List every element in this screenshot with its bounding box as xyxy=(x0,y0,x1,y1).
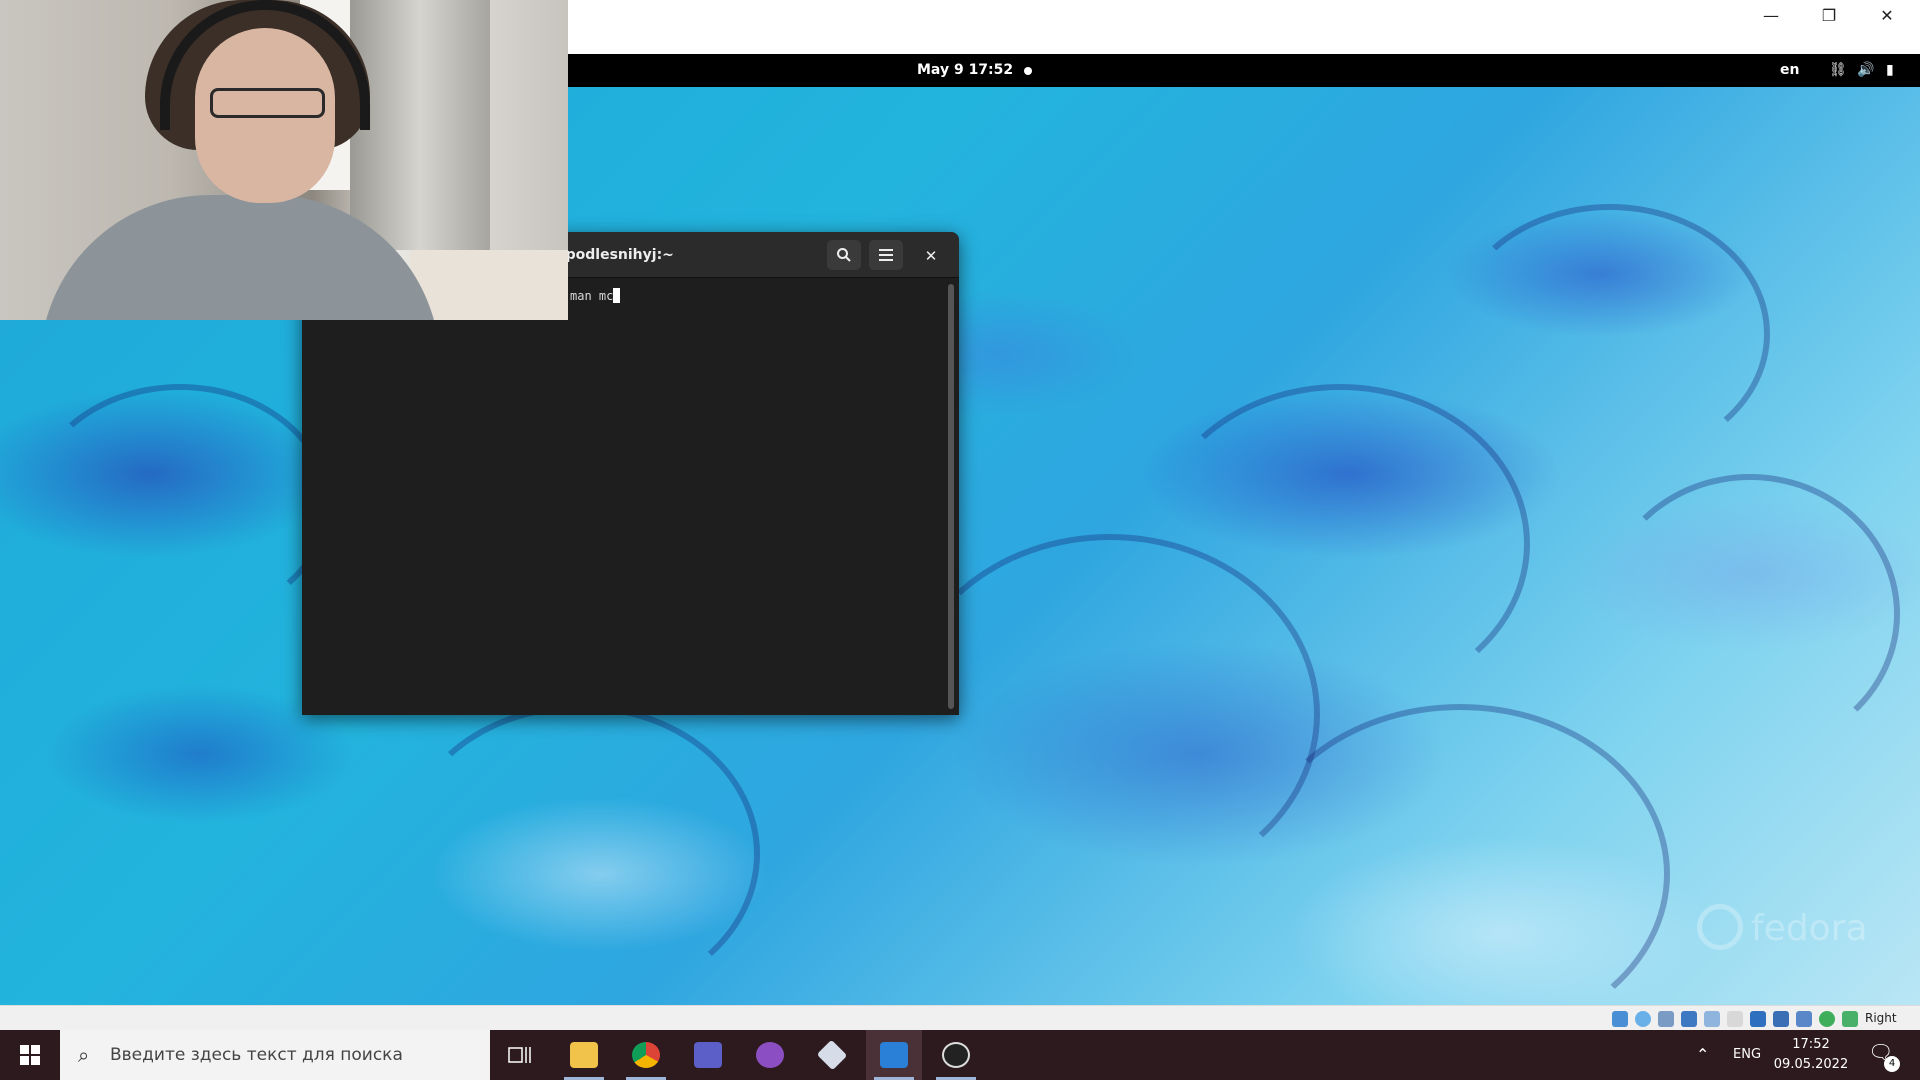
taskbar-obs-studio[interactable] xyxy=(928,1030,984,1080)
shared-folders-icon[interactable] xyxy=(1727,1011,1743,1027)
virtualization-icon[interactable] xyxy=(1796,1011,1812,1027)
terminal-command-line: man mc xyxy=(570,288,621,303)
notification-dot-icon xyxy=(1024,67,1032,75)
input-language-indicator[interactable]: ENG xyxy=(1733,1030,1761,1080)
obs-icon xyxy=(942,1042,970,1068)
host-key-indicator: Right Ctrl xyxy=(1865,1011,1897,1050)
webcam-overlay xyxy=(0,0,568,320)
folder-icon xyxy=(570,1042,598,1068)
minimize-button[interactable]: — xyxy=(1742,0,1800,30)
text-cursor xyxy=(613,288,621,303)
terminal-content[interactable]: man mc xyxy=(302,278,959,715)
optical-drive-icon[interactable] xyxy=(1635,1011,1651,1027)
keyboard-layout-indicator[interactable]: en xyxy=(1780,54,1799,87)
usb-icon[interactable] xyxy=(1704,1011,1720,1027)
display-icon[interactable] xyxy=(1750,1011,1766,1027)
gnome-clock[interactable]: May 9 17:52 xyxy=(917,54,1013,87)
fedora-watermark-text: fedora xyxy=(1751,908,1868,949)
hamburger-menu-icon xyxy=(879,249,893,261)
close-window-button[interactable]: ✕ xyxy=(1858,0,1916,30)
glasses-icon xyxy=(210,88,325,118)
fedora-vm-icon xyxy=(880,1042,908,1068)
windows-logo-icon xyxy=(20,1045,40,1065)
wallpaper-swirl xyxy=(400,704,760,1004)
recording-icon[interactable] xyxy=(1773,1011,1789,1027)
webcam-background-bed xyxy=(410,250,568,320)
search-icon: ⌕ xyxy=(78,1043,90,1067)
taskbar-clock-date[interactable]: 09.05.2022 xyxy=(1770,1057,1852,1072)
virtualbox-icon xyxy=(816,1039,848,1071)
search-placeholder: Введите здесь текст для поиска xyxy=(110,1045,403,1065)
taskbar-clock-time[interactable]: 17:52 xyxy=(1776,1037,1846,1052)
network-adapter-icon[interactable] xyxy=(1681,1011,1697,1027)
search-icon xyxy=(837,248,851,262)
teams-icon xyxy=(694,1042,722,1068)
fedora-watermark: fedora xyxy=(1697,904,1868,950)
audio-icon[interactable] xyxy=(1658,1011,1674,1027)
taskbar-chrome[interactable] xyxy=(618,1030,674,1080)
terminal-search-button[interactable] xyxy=(827,240,861,270)
start-button[interactable] xyxy=(0,1030,60,1080)
terminal-menu-button[interactable] xyxy=(869,240,903,270)
virtualbox-status-bar: Right Ctrl xyxy=(0,1005,1920,1050)
notification-count-badge: 4 xyxy=(1884,1056,1900,1072)
network-icon[interactable]: ⛓ xyxy=(1829,54,1847,87)
task-view-icon xyxy=(508,1047,531,1063)
restore-button[interactable]: ❐ xyxy=(1800,0,1858,30)
guest-additions-icon[interactable] xyxy=(1819,1011,1835,1027)
taskbar-github-desktop[interactable] xyxy=(742,1030,798,1080)
hard-disk-icon[interactable] xyxy=(1612,1011,1628,1027)
wallpaper-swirl xyxy=(30,384,330,624)
volume-icon[interactable]: 🔊 xyxy=(1857,54,1874,87)
taskbar-virtualbox[interactable] xyxy=(804,1030,860,1080)
wallpaper-swirl xyxy=(1600,474,1900,754)
terminal-scrollbar[interactable] xyxy=(948,284,954,709)
taskbar-file-explorer[interactable] xyxy=(556,1030,612,1080)
terminal-command-text: man mc xyxy=(570,289,614,303)
battery-icon[interactable]: ▮ xyxy=(1886,54,1894,87)
show-hidden-icons-chevron-icon[interactable]: ⌃ xyxy=(1696,1030,1709,1080)
github-icon xyxy=(756,1042,784,1068)
task-view-button[interactable] xyxy=(492,1030,548,1080)
windows-taskbar: ⌕ Введите здесь текст для поиска ⌃ ENG 1… xyxy=(0,1030,1920,1080)
taskbar-search-box[interactable]: ⌕ Введите здесь текст для поиска xyxy=(60,1030,490,1080)
wallpaper-swirl xyxy=(1450,204,1770,464)
taskbar-teams[interactable] xyxy=(680,1030,736,1080)
fedora-logo-icon xyxy=(1697,904,1743,950)
chrome-icon xyxy=(632,1042,660,1068)
mouse-integration-icon[interactable] xyxy=(1842,1011,1858,1027)
terminal-close-button[interactable]: ✕ xyxy=(920,245,942,267)
webcam-background-curtain xyxy=(350,0,490,250)
taskbar-virtualbox-fedora[interactable] xyxy=(866,1030,922,1080)
